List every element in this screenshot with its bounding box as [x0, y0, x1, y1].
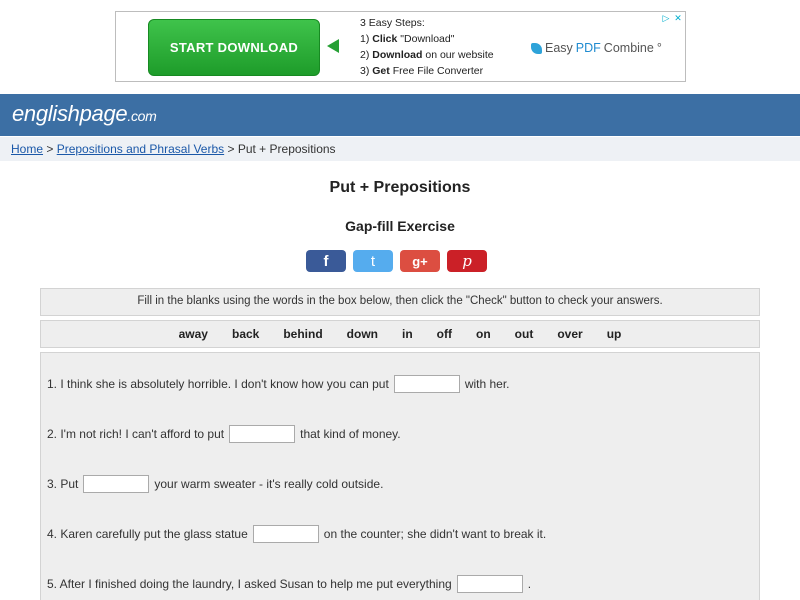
word-bank-item: away — [178, 327, 208, 341]
word-bank-item: up — [606, 327, 622, 341]
site-name: englishpage — [12, 101, 128, 126]
word-bank-item: behind — [283, 327, 323, 341]
answer-input-1[interactable] — [393, 375, 460, 393]
site-logo[interactable]: englishpage.com — [12, 101, 157, 127]
ad-step-3-rest: Free File Converter — [389, 65, 484, 77]
word-bank-item: in — [402, 327, 413, 341]
instructions-text: Fill in the blanks using the words in th… — [137, 295, 663, 307]
adchoices-icon[interactable]: ▷ — [661, 13, 671, 23]
question-row: 2. I'm not rich! I can't afford to put t… — [47, 425, 401, 443]
question-text-before: 5. After I finished doing the laundry, I… — [47, 577, 452, 591]
breadcrumb-separator: > — [224, 142, 238, 156]
breadcrumb-home-link[interactable]: Home — [11, 142, 43, 156]
page-subtitle: Gap-fill Exercise — [345, 218, 455, 234]
breadcrumb-separator: > — [43, 142, 57, 156]
word-bank: away back behind down in off on out over… — [40, 320, 760, 348]
site-domain: .com — [127, 108, 157, 124]
ad-step-1-prefix: 1) — [360, 33, 373, 45]
ad-step-1: 1) Click "Download" — [360, 31, 494, 47]
ad-step-3: 3) Get Free File Converter — [360, 63, 494, 79]
ad-step-1-rest: "Download" — [397, 33, 455, 45]
ad-step-2-rest: on our website — [422, 49, 494, 61]
answer-input-2[interactable] — [229, 425, 296, 443]
instructions-box: Fill in the blanks using the words in th… — [40, 288, 760, 316]
word-bank-item: off — [436, 327, 452, 341]
logo-pdf: PDF — [575, 41, 601, 55]
question-row: 3. Put your warm sweater - it's really c… — [47, 475, 383, 493]
question-text-before: 3. Put — [47, 477, 79, 491]
question-row: 5. After I finished doing the laundry, I… — [47, 575, 531, 593]
word-bank-item: down — [346, 327, 378, 341]
answer-input-5[interactable] — [456, 575, 523, 593]
questions-box: 1. I think she is absolutely horrible. I… — [40, 352, 760, 600]
question-text-after: with her. — [464, 377, 510, 391]
share-buttons: f t g+ p — [306, 250, 487, 272]
logo-easy: Easy — [545, 41, 573, 55]
twitter-share-button[interactable]: t — [353, 250, 393, 272]
ad-steps: 3 Easy Steps: 1) Click "Download" 2) Dow… — [360, 15, 494, 79]
logo-mark: ° — [656, 41, 662, 55]
question-text-before: 2. I'm not rich! I can't afford to put — [47, 427, 225, 441]
leaf-icon — [531, 42, 542, 54]
question-text-after: your warm sweater - it's really cold out… — [154, 477, 384, 491]
ad-step-3-prefix: 3) — [360, 65, 373, 77]
ad-step-3-bold: Get — [372, 65, 390, 77]
ad-step-1-bold: Click — [372, 33, 398, 45]
question-text-after: . — [527, 577, 532, 591]
googleplus-share-button[interactable]: g+ — [400, 250, 440, 272]
page-title: Put + Prepositions — [329, 179, 471, 196]
answer-input-4[interactable] — [252, 525, 319, 543]
pinterest-share-button[interactable]: p — [447, 250, 487, 272]
logo-combine: Combine — [603, 41, 654, 55]
ad-step-2: 2) Download on our website — [360, 47, 494, 63]
easypdfcombine-logo[interactable]: Easy PDF Combine ° — [531, 41, 662, 55]
ad-step-2-prefix: 2) — [360, 49, 373, 61]
question-text-before: 4. Karen carefully put the glass statue — [47, 527, 248, 541]
question-text-after: that kind of money. — [300, 427, 401, 441]
facebook-share-button[interactable]: f — [306, 250, 346, 272]
question-text-before: 1. I think she is absolutely horrible. I… — [47, 377, 389, 391]
ad-steps-title: 3 Easy Steps: — [360, 17, 425, 29]
arrow-left-icon — [327, 39, 339, 53]
ad-corner-controls: ▷ ✕ — [661, 13, 683, 23]
breadcrumb: Home > Prepositions and Phrasal Verbs > … — [0, 137, 800, 161]
start-download-button[interactable]: START DOWNLOAD — [148, 19, 320, 76]
ad-banner[interactable]: START DOWNLOAD 3 Easy Steps: 1) Click "D… — [115, 11, 686, 82]
word-bank-item: on — [476, 327, 491, 341]
close-icon[interactable]: ✕ — [673, 13, 683, 23]
word-bank-item: back — [231, 327, 260, 341]
word-bank-item: out — [514, 327, 534, 341]
ad-step-2-bold: Download — [372, 49, 423, 61]
breadcrumb-section-link[interactable]: Prepositions and Phrasal Verbs — [57, 142, 224, 156]
question-text-after: on the counter; she didn't want to break… — [323, 527, 547, 541]
word-bank-item: over — [557, 327, 583, 341]
answer-input-3[interactable] — [83, 475, 150, 493]
question-row: 4. Karen carefully put the glass statue … — [47, 525, 546, 543]
breadcrumb-current: Put + Prepositions — [237, 142, 336, 156]
site-header: englishpage.com — [0, 94, 800, 136]
question-row: 1. I think she is absolutely horrible. I… — [47, 375, 510, 393]
